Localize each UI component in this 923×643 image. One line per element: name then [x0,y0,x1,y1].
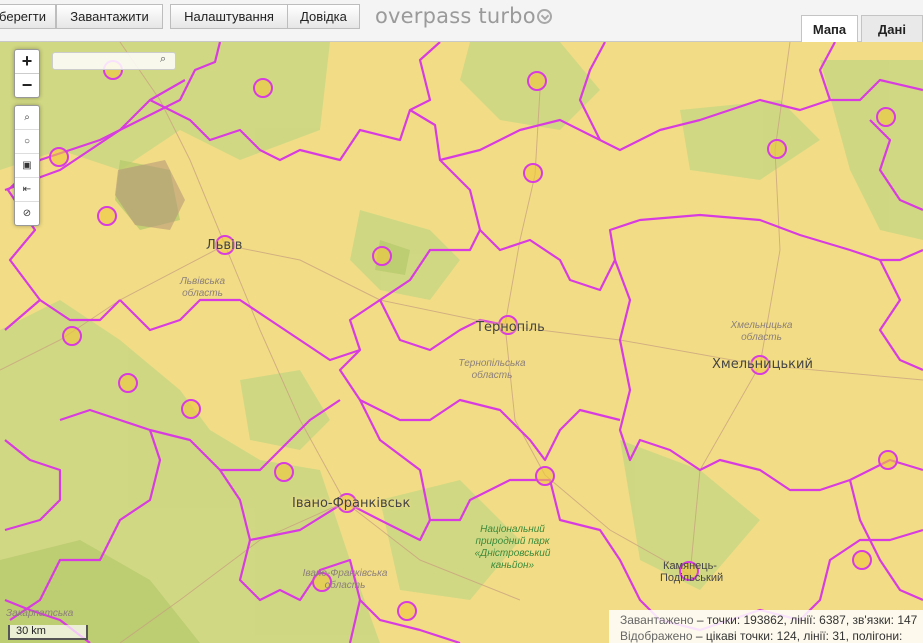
zoom-in-button[interactable]: + [15,50,39,73]
shown-label: Відображено [620,629,693,643]
chevron-circle-icon[interactable] [537,9,552,24]
oblast-label-khmelnytskyi: Хмельницька область [730,320,793,343]
app-title: overpass turbo [375,4,536,28]
circle-tool-icon[interactable]: ○ [15,129,39,153]
map-search-input[interactable] [52,52,176,70]
oblast-label-lviv: Львівська область [179,276,226,299]
reset-icon[interactable]: ⊘ [15,201,39,225]
loaded-label: Завантажено [620,613,694,627]
oblast-label-zakarpattia: Закарпатська [6,608,74,619]
save-button[interactable]: Зберегти [0,4,56,29]
oblast-label-ternopil: Тернопільська область [458,358,526,381]
fit-data-icon[interactable]: ⇤ [15,177,39,201]
scale-bar: 30 km [8,625,88,640]
settings-button[interactable]: Налаштування [170,4,288,29]
park-label: Національний природний парк «Дністровськ… [474,524,551,571]
zoom-control: + − [14,49,40,98]
image-export-icon[interactable]: ▣ [15,153,39,177]
tab-data[interactable]: Дані [861,15,923,42]
city-label-kamianets: Камянець-Подільський [660,560,724,584]
map-tools: ⌕ ○ ▣ ⇤ ⊘ [14,105,40,226]
zoom-out-button[interactable]: − [15,73,39,97]
search-icon[interactable]: ⌕ [160,53,166,66]
search-tool-icon[interactable]: ⌕ [15,106,39,129]
bare-areas [115,160,185,230]
city-label-lviv: Львів [206,238,243,253]
oblast-label-ivano-frankivsk: Івано-Франківська область [302,568,388,591]
help-button[interactable]: Довідка [287,4,360,29]
city-label-khmelnytskyi: Хмельницький [712,357,813,372]
top-toolbar: Зберегти Завантажити Налаштування Довідк… [0,0,923,42]
tab-map[interactable]: Мапа [801,15,858,42]
stats-panel: Завантажено – точки: 193862, лінії: 6387… [609,610,923,643]
load-button[interactable]: Завантажити [56,4,163,29]
city-label-ternopil: Тернопіль [476,320,545,335]
map-view[interactable]: Львів Львівська область Тернопіль Терноп… [0,42,923,643]
city-label-ivano-frankivsk: Івано-Франківськ [292,496,411,511]
loaded-stats: точки: 193862, лінії: 6387, зв'язки: 147 [706,613,918,627]
